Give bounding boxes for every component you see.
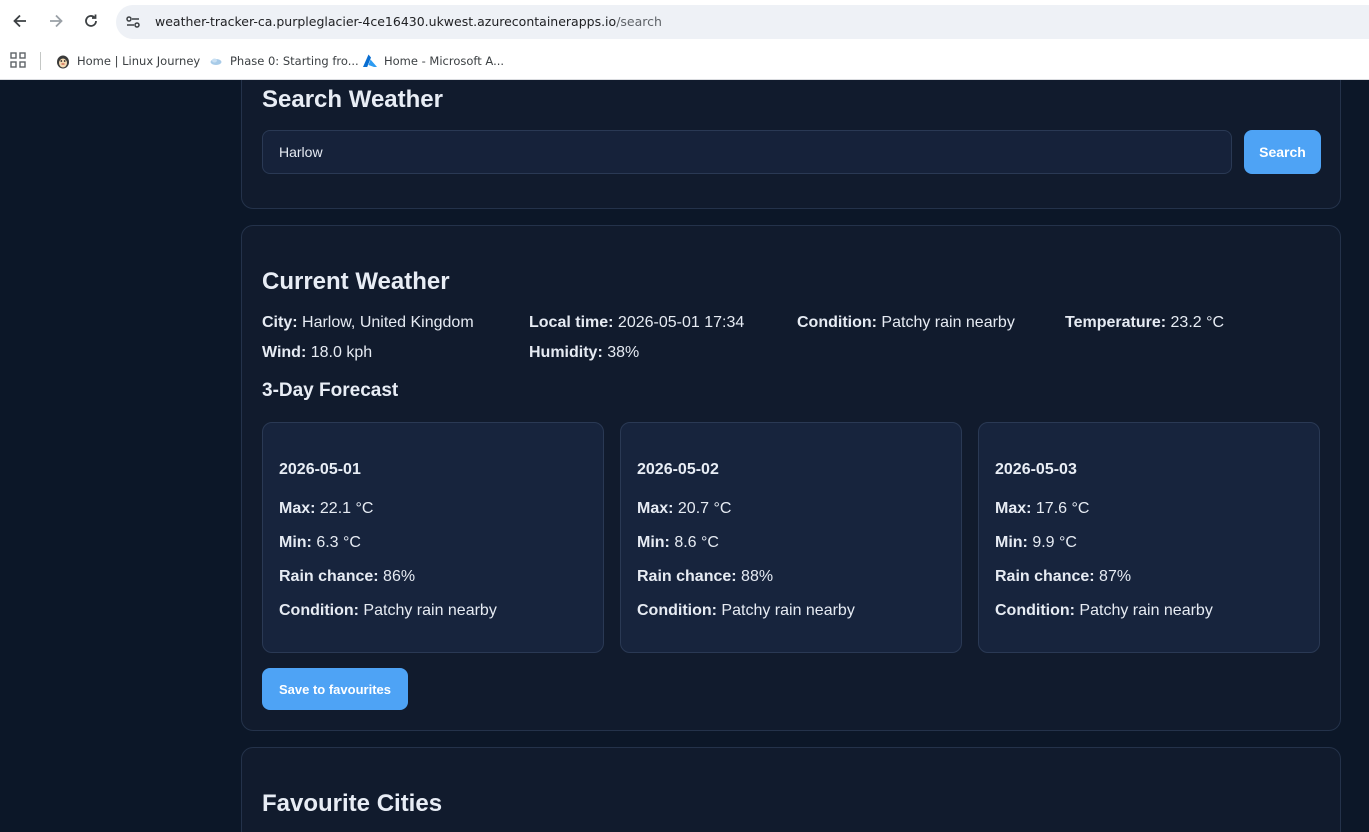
reload-button[interactable] [78,8,104,34]
address-bar[interactable]: weather-tracker-ca.purpleglacier-4ce1643… [116,5,1369,39]
current-weather-title: Current Weather [262,268,450,295]
url-text: weather-tracker-ca.purpleglacier-4ce1643… [155,14,662,29]
min-value: 6.3 °C [316,534,361,551]
humidity-field: Humidity: 38% [529,344,639,362]
condition-value: Patchy rain nearby [363,602,497,619]
forecast-condition: Condition: Patchy rain nearby [637,602,855,620]
url-host: weather-tracker-ca.purpleglacier-4ce1643… [155,14,617,29]
condition-field: Condition: Patchy rain nearby [797,314,1015,332]
bookmark-label: Home - Microsoft A... [384,54,505,68]
rain-label: Rain chance: [279,568,379,585]
max-value: 20.7 °C [677,500,732,517]
azure-icon [363,54,377,67]
city-search-input[interactable] [262,130,1232,174]
condition-value: Patchy rain nearby [1079,602,1213,619]
current-weather-card: Current Weather City: Harlow, United Kin… [241,225,1341,731]
penguin-icon [57,55,69,69]
forecast-date: 2026-05-01 [279,461,361,478]
rain-value: 86% [383,568,416,585]
apps-grid-icon[interactable] [10,52,26,68]
forecast-day-card: 2026-05-03 Max: 17.6 °C Min: 9.9 °C Rain… [978,422,1320,653]
local-time-value: 2026-05-01 17:34 [617,314,745,331]
forecast-condition: Condition: Patchy rain nearby [995,602,1213,620]
temperature-field: Temperature: 23.2 °C [1065,314,1224,332]
min-label: Min: [279,534,312,551]
min-label: Min: [637,534,670,551]
favourite-cities-card: Favourite Cities [241,747,1341,832]
back-arrow-icon [13,14,26,28]
local-time-field: Local time: 2026-05-01 17:34 [529,314,744,332]
forecast-min: Min: 8.6 °C [637,534,719,552]
rain-label: Rain chance: [995,568,1095,585]
forecast-max: Max: 20.7 °C [637,500,731,518]
humidity-value: 38% [607,344,640,361]
wind-value: 18.0 kph [310,344,373,361]
max-value: 17.6 °C [1035,500,1090,517]
condition-label: Condition: [637,602,717,619]
forward-arrow-icon [50,14,63,28]
condition-value: Patchy rain nearby [881,314,1015,331]
forecast-max: Max: 22.1 °C [279,500,373,518]
rain-label: Rain chance: [637,568,737,585]
condition-value: Patchy rain nearby [721,602,855,619]
max-value: 22.1 °C [319,500,374,517]
forecast-day-card: 2026-05-02 Max: 20.7 °C Min: 8.6 °C Rain… [620,422,962,653]
temperature-label: Temperature: [1065,314,1167,331]
condition-label: Condition: [279,602,359,619]
max-label: Max: [637,500,674,517]
back-button[interactable] [7,8,33,34]
browser-toolbar: weather-tracker-ca.purpleglacier-4ce1643… [0,0,1369,42]
forecast-date: 2026-05-02 [637,461,719,478]
bookmark-phase-0[interactable]: Phase 0: Starting fro... [208,50,359,72]
forecast-rain: Rain chance: 88% [637,568,773,586]
forecast-date: 2026-05-03 [995,461,1077,478]
condition-label: Condition: [797,314,877,331]
favourite-cities-title: Favourite Cities [262,790,443,817]
search-card: Search Weather Search [241,80,1341,209]
cloud-icon [210,58,222,65]
bookmark-linux-journey[interactable]: Home | Linux Journey [55,50,200,72]
wind-label: Wind: [262,344,307,361]
site-info-icon[interactable] [124,13,142,31]
url-path: /search [616,14,662,29]
search-title: Search Weather [262,86,443,113]
humidity-label: Humidity: [529,344,603,361]
bookmark-label: Phase 0: Starting fro... [230,54,359,68]
city-field: City: Harlow, United Kingdom [262,314,474,332]
city-value: Harlow, United Kingdom [302,314,474,331]
page-content: Search Weather Search Current Weather Ci… [0,80,1369,832]
condition-label: Condition: [995,602,1075,619]
max-label: Max: [995,500,1032,517]
bookmarks-divider [40,52,41,70]
rain-value: 87% [1099,568,1132,585]
city-label: City: [262,314,298,331]
bookmark-label: Home | Linux Journey [77,54,201,68]
min-value: 9.9 °C [1032,534,1077,551]
rain-value: 88% [741,568,774,585]
temperature-value: 23.2 °C [1170,314,1225,331]
forecast-min: Min: 6.3 °C [279,534,361,552]
forecast-condition: Condition: Patchy rain nearby [279,602,497,620]
forecast-rain: Rain chance: 86% [279,568,415,586]
local-time-label: Local time: [529,314,614,331]
bookmarks-bar: Home | Linux Journey Phase 0: Starting f… [0,42,1369,80]
forecast-day-card: 2026-05-01 Max: 22.1 °C Min: 6.3 °C Rain… [262,422,604,653]
search-button[interactable]: Search [1244,130,1321,174]
reload-icon [85,14,97,27]
max-label: Max: [279,500,316,517]
forecast-rain: Rain chance: 87% [995,568,1131,586]
bookmark-microsoft-azure[interactable]: Home - Microsoft A... [362,50,504,72]
save-to-favourites-button[interactable]: Save to favourites [262,668,408,710]
forecast-min: Min: 9.9 °C [995,534,1077,552]
forecast-title: 3-Day Forecast [262,380,399,401]
min-value: 8.6 °C [674,534,719,551]
min-label: Min: [995,534,1028,551]
wind-field: Wind: 18.0 kph [262,344,372,362]
forecast-max: Max: 17.6 °C [995,500,1089,518]
forward-button[interactable] [43,8,69,34]
